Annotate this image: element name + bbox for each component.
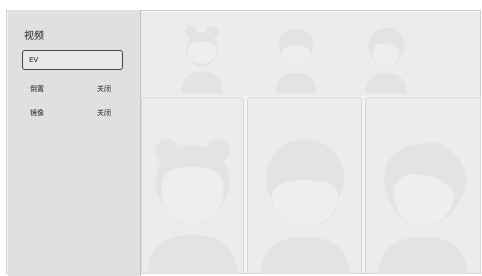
setting-value-flip[interactable]: 关闭 [97, 84, 111, 94]
side-swept-hair-avatar-icon [377, 142, 469, 274]
ev-button[interactable]: EV [22, 50, 123, 70]
side-swept-hair-avatar-icon[interactable] [360, 20, 412, 94]
setting-row-flip[interactable]: 倒置 关闭 [30, 84, 120, 94]
sidebar-title: 视频 [24, 31, 44, 42]
short-hair-avatar-icon [259, 138, 351, 274]
bun-hair-avatar-icon [147, 138, 238, 274]
setting-label-flip: 倒置 [30, 85, 44, 93]
setting-label-mirror: 镜像 [30, 109, 44, 117]
bun-hair-avatar-icon[interactable] [176, 20, 228, 94]
setting-value-mirror[interactable]: 关闭 [97, 108, 111, 118]
setting-row-mirror[interactable]: 镜像 关闭 [30, 108, 120, 118]
short-hair-avatar-icon[interactable] [270, 20, 322, 94]
